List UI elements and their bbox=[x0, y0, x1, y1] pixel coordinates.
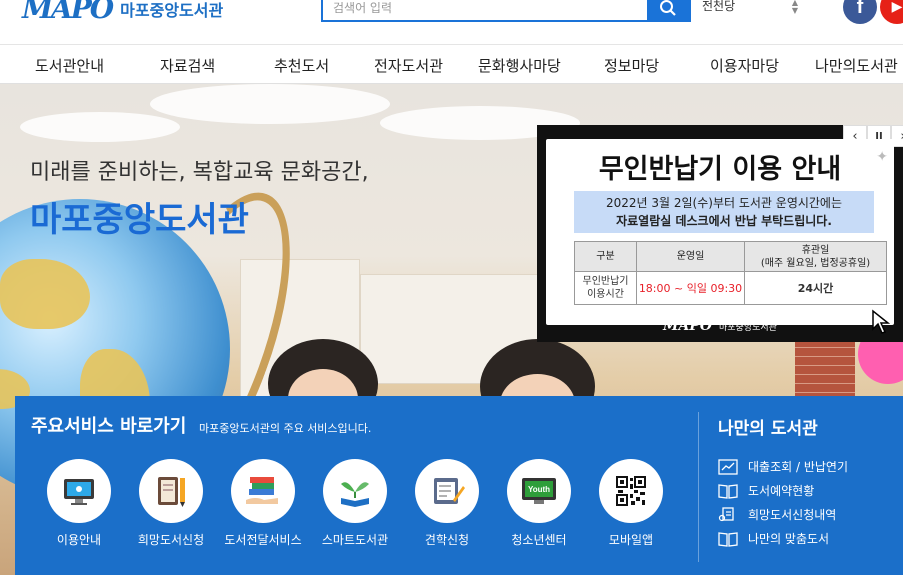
facebook-icon[interactable]: f bbox=[843, 0, 877, 24]
popup-footer: MAPO 마포중앙도서관 bbox=[537, 318, 903, 334]
logo-text: 마포중앙도서관 bbox=[120, 0, 224, 20]
service-tour-request[interactable]: 견학신청 bbox=[404, 459, 490, 548]
search-box bbox=[321, 0, 691, 22]
section-divider bbox=[698, 412, 699, 562]
footer-logo-text: 마포중앙도서관 bbox=[719, 323, 777, 333]
request-icon bbox=[718, 506, 738, 523]
table-cell-operating: 18:00 ~ 익일 09:30 bbox=[636, 271, 745, 305]
ceiling-light bbox=[150, 84, 390, 124]
svg-text:Youth: Youth bbox=[528, 485, 550, 494]
services-panel: 주요서비스 바로가기 마포중앙도서관의 주요 서비스입니다. 이용안내 희망도서… bbox=[15, 396, 903, 575]
qr-code-icon bbox=[616, 476, 646, 506]
popup-table: 구분 운영일 휴관일 (매주 월요일, 법정공휴일) 무인반납기 이용시간 18… bbox=[574, 241, 887, 305]
service-smart-library[interactable]: 스마트도서관 bbox=[312, 459, 398, 548]
table-header: 휴관일 (매주 월요일, 법정공휴일) bbox=[744, 241, 887, 272]
table-cell: 무인반납기 이용시간 bbox=[574, 271, 637, 305]
ceiling-light bbox=[20, 112, 180, 142]
my-library-hope-requests[interactable]: 희망도서신청내역 bbox=[718, 506, 836, 523]
document-pen-icon bbox=[434, 478, 465, 504]
nav-item-recommended[interactable]: 추천도서 bbox=[274, 55, 329, 76]
footer-logo-mark: MAPO bbox=[663, 318, 713, 334]
books-hand-icon bbox=[246, 477, 278, 504]
open-book-icon bbox=[718, 531, 738, 547]
nav-item-my-library[interactable]: 나만의도서관 bbox=[815, 55, 898, 76]
popup-content: ✦ 무인반납기 이용 안내 2022년 3월 2일(수)부터 도서관 운영시간에… bbox=[546, 139, 894, 325]
service-usage-guide[interactable]: 이용안내 bbox=[36, 459, 122, 548]
service-book-delivery[interactable]: 도서전달서비스 bbox=[220, 459, 306, 548]
my-library-title: 나만의 도서관 bbox=[718, 419, 818, 439]
main-nav: 도서관안내 자료검색 추천도서 전자도서관 문화행사마당 정보마당 이용자마당 … bbox=[0, 44, 903, 84]
my-library-reservations[interactable]: 도서예약현황 bbox=[718, 482, 814, 499]
popup-title: 무인반납기 이용 안내 bbox=[598, 154, 842, 185]
table-header: 구분 bbox=[574, 241, 637, 272]
service-mobile-app[interactable]: 모바일앱 bbox=[588, 459, 674, 548]
chart-icon bbox=[718, 458, 738, 475]
select-arrows-icon: ▲ ▼ bbox=[791, 0, 798, 15]
sprout-book-icon bbox=[341, 482, 369, 507]
search-icon bbox=[660, 0, 676, 16]
service-hope-book[interactable]: 희망도서신청 bbox=[128, 459, 214, 548]
nav-item-library-info[interactable]: 도서관안내 bbox=[35, 55, 104, 76]
nav-item-search[interactable]: 자료검색 bbox=[160, 55, 215, 76]
notice-popup[interactable]: ‹ II › ✦ 무인반납기 이용 안내 2022년 3월 2일(수)부터 도서… bbox=[537, 125, 903, 342]
my-library-loan-status[interactable]: 대출조회 / 반납연기 bbox=[718, 458, 848, 475]
table-cell-closed: 24시간 bbox=[744, 271, 887, 305]
services-title: 주요서비스 바로가기 bbox=[31, 416, 187, 437]
cursor-icon bbox=[872, 309, 891, 334]
service-youth-center[interactable]: Youth 청소년센터 bbox=[496, 459, 582, 548]
hero-subtitle: 미래를 준비하는, 복합교육 문화공간, bbox=[30, 160, 369, 185]
logo-mark: MAPO bbox=[22, 0, 114, 25]
nav-item-events[interactable]: 문화행사마당 bbox=[478, 55, 561, 76]
youtube-icon[interactable]: ▶ bbox=[880, 0, 903, 24]
library-select[interactable]: 전천당 ▲ ▼ bbox=[702, 0, 798, 16]
search-input[interactable] bbox=[323, 0, 647, 20]
services-subtitle: 마포중앙도서관의 주요 서비스입니다. bbox=[199, 422, 372, 435]
search-button[interactable] bbox=[647, 0, 689, 20]
site-header: MAPO 마포중앙도서관 전천당 ▲▼ f ▶ bbox=[0, 0, 903, 44]
monitor-icon bbox=[64, 479, 94, 505]
youth-screen-icon: Youth bbox=[522, 478, 556, 504]
table-header: 운영일 bbox=[636, 241, 745, 272]
nav-item-e-library[interactable]: 전자도서관 bbox=[374, 55, 443, 76]
nav-item-users[interactable]: 이용자마당 bbox=[710, 55, 779, 76]
popup-note: 2022년 3월 2일(수)부터 도서관 운영시간에는 자료열람실 데스크에서 … bbox=[574, 191, 874, 233]
open-book-icon bbox=[718, 483, 738, 499]
nav-item-info[interactable]: 정보마당 bbox=[604, 55, 659, 76]
my-library-custom-books[interactable]: 나만의 맞춤도서 bbox=[718, 530, 829, 547]
library-select-value: 전천당 bbox=[702, 0, 736, 13]
site-logo[interactable]: MAPO 마포중앙도서관 bbox=[22, 0, 223, 25]
hero-title: 마포중앙도서관 bbox=[30, 200, 249, 240]
book-pencil-icon bbox=[158, 477, 185, 507]
